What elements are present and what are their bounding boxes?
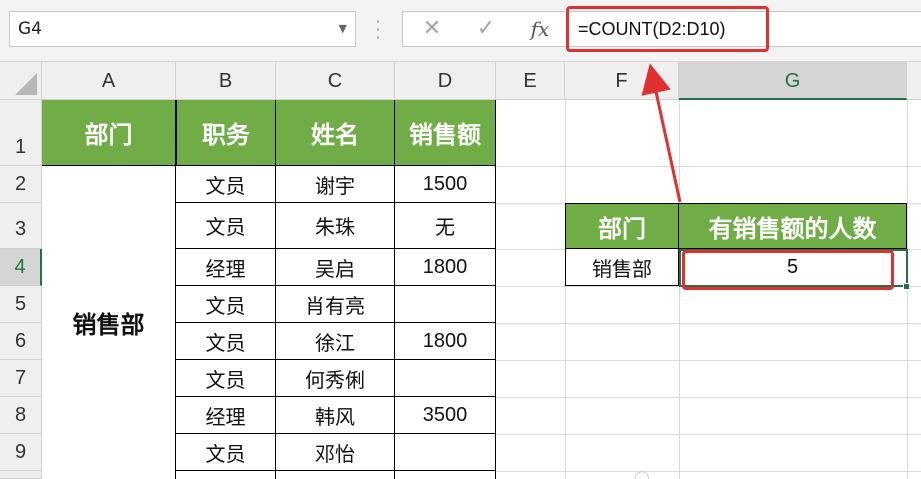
table-cell-sales[interactable] (395, 360, 496, 397)
column-header-d[interactable]: D (395, 62, 496, 100)
table-cell-name[interactable]: 韩风 (276, 397, 395, 434)
result-highlight (682, 250, 894, 290)
enter-icon[interactable]: ✓ (471, 12, 501, 46)
table-cell-sales[interactable]: 1800 (395, 249, 496, 286)
table-cell-sales[interactable]: 1800 (395, 323, 496, 360)
row-header-6[interactable]: 6 (0, 323, 42, 360)
row-header-4[interactable]: 4 (0, 249, 42, 286)
table-cell-name[interactable]: 谢宇 (276, 166, 395, 203)
column-header-f[interactable]: F (565, 62, 679, 100)
cancel-icon[interactable]: ✕ (417, 12, 447, 46)
table-cell-role[interactable]: 文员 (176, 166, 276, 203)
summary-header-count[interactable]: 有销售额的人数 (679, 203, 907, 249)
table-cell-role[interactable]: 文员 (176, 434, 276, 471)
table-cell-sales[interactable]: 无 (395, 203, 496, 249)
column-header-e[interactable]: E (496, 62, 565, 100)
table-cell-role[interactable] (176, 471, 276, 479)
table-cell-name[interactable]: 邓怡 (276, 434, 395, 471)
table-cell-role[interactable]: 经理 (176, 249, 276, 286)
row-header-9[interactable]: 9 (0, 434, 42, 471)
table-cell-role[interactable]: 文员 (176, 286, 276, 323)
select-all-corner[interactable] (0, 62, 42, 100)
row-header-2[interactable]: 2 (0, 166, 42, 203)
table-header-sales[interactable]: 销售额 (395, 100, 496, 166)
row-header-1[interactable]: 1 (0, 100, 42, 166)
table-cell-role[interactable]: 文员 (176, 203, 276, 249)
table-cell-name[interactable]: 朱珠 (276, 203, 395, 249)
table-cell-name[interactable]: 肖有亮 (276, 286, 395, 323)
table-cell-name[interactable]: 吴启 (276, 249, 395, 286)
table-cell-sales[interactable] (395, 286, 496, 323)
table-cell-name[interactable] (276, 471, 395, 479)
table-cell-sales[interactable]: 1500 (395, 166, 496, 203)
row-header-7[interactable]: 7 (0, 360, 42, 397)
column-header-a[interactable]: A (42, 62, 176, 100)
insert-function-icon[interactable]: fx (523, 12, 557, 46)
column-header-g[interactable]: G (679, 62, 907, 100)
merged-department-cell[interactable]: 销售部 (42, 166, 176, 479)
summary-cell-department[interactable]: 销售部 (565, 249, 679, 286)
column-header-h[interactable] (907, 62, 921, 100)
row-header-3[interactable]: 3 (0, 203, 42, 249)
table-header-department[interactable]: 部门 (42, 100, 176, 166)
more-options-icon[interactable]: · · · (374, 14, 382, 46)
table-cell-role[interactable]: 文员 (176, 360, 276, 397)
formula-highlight (566, 6, 769, 52)
table-cell-role[interactable]: 经理 (176, 397, 276, 434)
summary-header-department[interactable]: 部门 (565, 203, 679, 249)
column-header-c[interactable]: C (276, 62, 395, 100)
row-header-8[interactable]: 8 (0, 397, 42, 434)
table-cell-sales[interactable]: 3500 (395, 397, 496, 434)
chevron-down-icon[interactable]: ▼ (339, 12, 347, 46)
watermark: ◯ (634, 470, 650, 479)
column-header-b[interactable]: B (176, 62, 276, 100)
table-header-name[interactable]: 姓名 (276, 100, 395, 166)
table-cell-sales[interactable] (395, 434, 496, 471)
table-cell-sales[interactable] (395, 471, 496, 479)
row-header-5[interactable]: 5 (0, 286, 42, 323)
table-cell-name[interactable]: 徐江 (276, 323, 395, 360)
formula-bar: G4 ▼ · · · ✕ ✓ fx =COUNT(D2:D10) (0, 0, 921, 62)
name-box-value: G4 (18, 19, 42, 39)
table-header-role[interactable]: 职务 (176, 100, 276, 166)
row-header-10[interactable] (0, 471, 42, 479)
name-box[interactable]: G4 ▼ (9, 11, 356, 47)
fill-handle[interactable] (903, 283, 910, 290)
table-cell-name[interactable]: 何秀俐 (276, 360, 395, 397)
table-cell-role[interactable]: 文员 (176, 323, 276, 360)
